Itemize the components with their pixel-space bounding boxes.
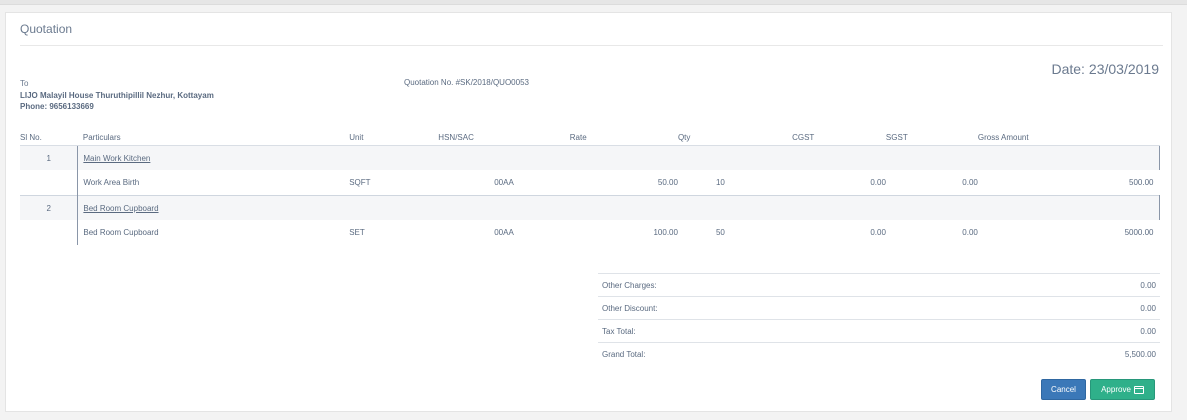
quotation-date: Date: 23/03/2019 [1047, 61, 1159, 77]
grand-total-value: 5,500.00 [945, 342, 1160, 365]
customer-block: To LIJO Malayil House Thuruthipillil Nez… [20, 78, 214, 113]
row-rate: 50.00 [657, 178, 678, 187]
customer-phone: Phone: 9656133669 [20, 102, 94, 111]
group-row: 2 Bed Room Cupboard [20, 195, 1161, 220]
items-table: Sl No. Particulars Unit HSN/SAC Rate Qty… [20, 129, 1161, 245]
other-charges-label: Other Charges: [598, 273, 946, 297]
group-sl-no: 1 [20, 145, 78, 170]
table-row: Bed Room Cupboard SET 00AA 100.00 50 0.0… [20, 220, 1160, 245]
header-unit: Unit [349, 129, 439, 146]
row-gross: 5000.00 [1124, 228, 1154, 237]
approve-button[interactable]: Approve [1090, 379, 1155, 400]
quotation-number: Quotation No. #SK/2018/QUO0053 [404, 78, 529, 87]
header-particulars: Particulars [77, 129, 350, 146]
row-sgst: 0.00 [962, 178, 978, 187]
header-hsn-sac: HSN/SAC [438, 129, 570, 146]
cancel-button[interactable]: Cancel [1041, 379, 1086, 400]
approve-label: Approve [1101, 385, 1131, 394]
group-row: 1 Main Work Kitchen [20, 145, 1161, 170]
totals-row: Other Discount: 0.00 [598, 296, 1160, 320]
row-qty: 10 [715, 178, 725, 187]
group-title-link[interactable]: Main Work Kitchen [83, 154, 150, 163]
date-value: 23/03/2019 [1088, 61, 1159, 77]
header-qty: Qty [677, 129, 793, 146]
other-discount-label: Other Discount: [598, 296, 946, 320]
header-sl-no: Sl No. [20, 129, 78, 146]
group-title-link[interactable]: Bed Room Cupboard [83, 204, 158, 213]
divider [20, 45, 1163, 46]
row-sgst: 0.00 [962, 228, 978, 237]
row-unit: SET [349, 228, 365, 237]
totals-table: Other Charges: 0.00 Other Discount: 0.00… [598, 273, 1160, 365]
customer-name-address: LIJO Malayil House Thuruthipillil Nezhur… [20, 90, 214, 100]
header-sgst: SGST [885, 129, 978, 146]
other-discount-value: 0.00 [945, 296, 1160, 320]
header-cgst: CGST [792, 129, 886, 146]
totals-row: Other Charges: 0.00 [598, 273, 1160, 297]
totals-row: Grand Total: 5,500.00 [598, 342, 1160, 365]
quotation-panel: Quotation To LIJO Malayil House Thuruthi… [5, 12, 1172, 412]
row-hsn: 00AA [494, 178, 514, 187]
tax-total-label: Tax Total: [598, 319, 946, 343]
row-cgst: 0.00 [870, 178, 886, 187]
row-qty: 50 [715, 228, 725, 237]
table-row: Work Area Birth SQFT 00AA 50.00 10 0.00 … [20, 170, 1160, 196]
top-bar [0, 0, 1187, 5]
to-label: To [20, 79, 29, 88]
date-label: Date: [1051, 61, 1085, 77]
grand-total-label: Grand Total: [598, 342, 946, 365]
row-gross: 500.00 [1129, 178, 1154, 187]
row-rate: 100.00 [653, 228, 678, 237]
row-particulars: Bed Room Cupboard [77, 220, 350, 245]
panel-title: Quotation [20, 22, 73, 36]
header-rate: Rate [569, 129, 678, 146]
other-charges-value: 0.00 [945, 273, 1160, 297]
group-sl-no: 2 [20, 195, 78, 220]
table-header-row: Sl No. Particulars Unit HSN/SAC Rate Qty… [20, 129, 1160, 146]
row-particulars: Work Area Birth [77, 170, 350, 196]
header-gross-amount: Gross Amount [977, 129, 1160, 146]
row-cgst: 0.00 [870, 228, 886, 237]
credit-card-icon [1133, 385, 1144, 394]
totals-row: Tax Total: 0.00 [598, 319, 1160, 343]
tax-total-value: 0.00 [945, 319, 1160, 343]
row-unit: SQFT [349, 178, 371, 187]
row-hsn: 00AA [494, 228, 514, 237]
